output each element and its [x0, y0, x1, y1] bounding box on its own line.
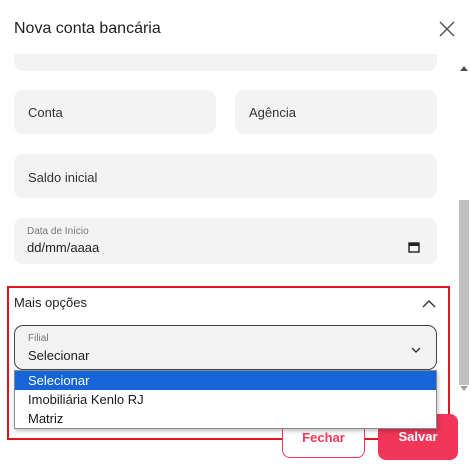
- scroll-down-icon[interactable]: [460, 386, 468, 391]
- filial-option[interactable]: Selecionar: [15, 371, 436, 390]
- conta-field[interactable]: Conta: [14, 90, 216, 134]
- close-icon[interactable]: [437, 19, 457, 39]
- filial-value: Selecionar: [28, 348, 90, 363]
- data-inicio-label: Data de Início: [27, 226, 89, 237]
- agencia-field[interactable]: Agência: [235, 90, 437, 134]
- filial-option[interactable]: Imobiliária Kenlo RJ: [15, 390, 436, 409]
- data-inicio-value: dd/mm/aaaa: [27, 240, 100, 255]
- scrolled-field[interactable]: [14, 54, 437, 71]
- filial-options-list: Selecionar Imobiliária Kenlo RJ Matriz: [14, 370, 437, 429]
- more-options-label[interactable]: Mais opções: [14, 295, 87, 310]
- chevron-down-icon: [410, 342, 422, 353]
- agencia-placeholder: Agência: [249, 105, 296, 120]
- filial-label: Filial: [28, 333, 49, 344]
- data-inicio-field[interactable]: Data de Início dd/mm/aaaa: [14, 218, 437, 264]
- dialog-title: Nova conta bancária: [14, 20, 161, 37]
- calendar-icon[interactable]: [408, 240, 420, 253]
- chevron-up-icon[interactable]: [421, 297, 437, 309]
- filial-select[interactable]: Filial Selecionar: [14, 325, 437, 370]
- saldo-inicial-field[interactable]: Saldo inicial: [14, 154, 437, 198]
- filial-option[interactable]: Matriz: [15, 409, 436, 428]
- scrollbar-thumb[interactable]: [459, 200, 469, 385]
- conta-placeholder: Conta: [28, 105, 63, 120]
- scroll-up-icon[interactable]: [460, 66, 468, 71]
- saldo-inicial-placeholder: Saldo inicial: [28, 170, 98, 185]
